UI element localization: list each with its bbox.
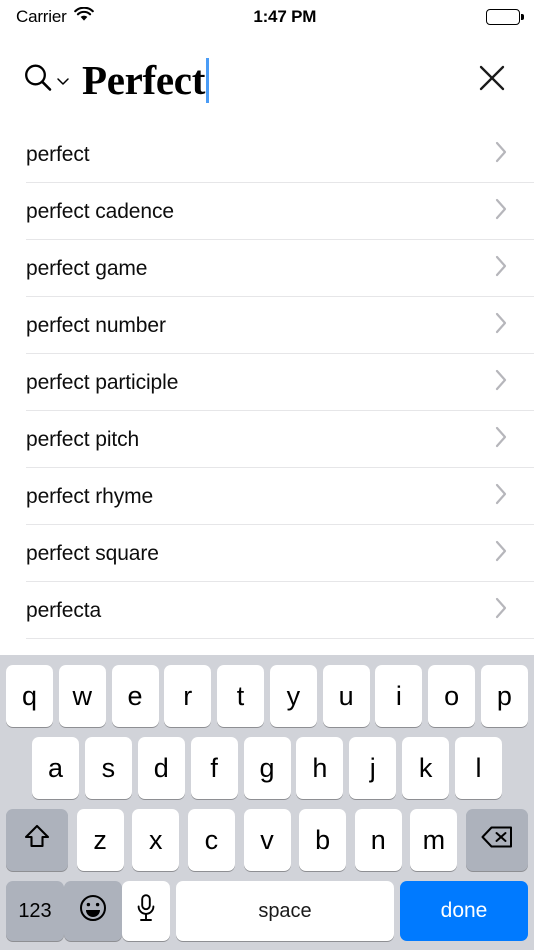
numbers-key[interactable]: 123: [6, 881, 64, 941]
keyboard-row-4: 123 space done: [0, 881, 534, 941]
key-q[interactable]: q: [6, 665, 53, 727]
key-g[interactable]: g: [243, 737, 291, 799]
search-suggestions-list[interactable]: perfect perfect cadence perfect game per…: [0, 126, 534, 655]
key-s[interactable]: s: [84, 737, 132, 799]
key-h[interactable]: h: [296, 737, 344, 799]
search-header: Perfect: [0, 34, 534, 126]
space-key[interactable]: space: [176, 881, 394, 941]
close-x-icon: [477, 63, 507, 98]
suggestion-label: perfect number: [26, 313, 166, 337]
backspace-key[interactable]: [466, 809, 528, 871]
key-t[interactable]: t: [217, 665, 265, 727]
phone-screen: Carrier 1:47 PM Perfect perfect perfect …: [0, 0, 534, 950]
suggestion-label: perfect game: [26, 256, 148, 280]
keyboard-row-1: q w e r t y u i o p: [0, 665, 534, 727]
key-x[interactable]: x: [132, 809, 180, 871]
search-magnifier-icon: [22, 62, 54, 99]
status-bar-time: 1:47 PM: [253, 7, 317, 26]
key-k[interactable]: k: [402, 737, 450, 799]
key-n[interactable]: n: [354, 809, 402, 871]
chevron-right-icon: [495, 141, 508, 168]
search-query-text: Perfect: [82, 56, 206, 103]
battery-full-icon: [486, 9, 520, 25]
chevron-right-icon: [495, 540, 508, 567]
list-item[interactable]: perfect number: [0, 297, 534, 354]
chevron-right-icon: [495, 369, 508, 396]
status-bar: Carrier 1:47 PM: [0, 0, 534, 34]
suggestion-label: perfect: [26, 142, 90, 166]
onscreen-keyboard[interactable]: q w e r t y u i o p a s d f g h j k l z …: [0, 655, 534, 950]
carrier-label: Carrier: [16, 7, 67, 26]
key-z[interactable]: z: [76, 809, 124, 871]
suggestion-label: perfect rhyme: [26, 484, 154, 508]
search-input[interactable]: Perfect: [82, 52, 472, 108]
key-y[interactable]: y: [269, 665, 317, 727]
done-key[interactable]: done: [400, 881, 528, 941]
status-bar-left: Carrier: [16, 6, 94, 27]
key-w[interactable]: w: [58, 665, 106, 727]
key-m[interactable]: m: [410, 809, 458, 871]
text-cursor: [206, 57, 210, 103]
suggestion-label: perfecta: [26, 598, 102, 622]
list-item[interactable]: perfecta: [0, 582, 534, 639]
chevron-right-icon: [495, 597, 508, 624]
keyboard-row-3: z x c v b n m: [0, 809, 534, 871]
suggestion-label: perfect participle: [26, 370, 179, 394]
chevron-right-icon: [495, 312, 508, 339]
key-j[interactable]: j: [349, 737, 397, 799]
key-c[interactable]: c: [187, 809, 235, 871]
key-i[interactable]: i: [375, 665, 423, 727]
chevron-right-icon: [495, 483, 508, 510]
key-p[interactable]: p: [480, 665, 528, 727]
chevron-right-icon: [495, 198, 508, 225]
list-item[interactable]: perfect cadence: [0, 183, 534, 240]
suggestion-label: perfect square: [26, 541, 159, 565]
key-u[interactable]: u: [322, 665, 370, 727]
emoji-smiley-icon: [78, 893, 108, 930]
key-v[interactable]: v: [243, 809, 291, 871]
shift-key[interactable]: [6, 809, 68, 871]
key-d[interactable]: d: [137, 737, 185, 799]
keyboard-row-2: a s d f g h j k l: [0, 737, 534, 799]
backspace-delete-icon: [480, 824, 514, 857]
list-item[interactable]: perfect game: [0, 240, 534, 297]
dictation-key[interactable]: [122, 881, 170, 941]
search-scope-selector[interactable]: [22, 62, 70, 99]
key-o[interactable]: o: [428, 665, 476, 727]
key-b[interactable]: b: [299, 809, 347, 871]
suggestion-label: perfect pitch: [26, 427, 140, 451]
key-e[interactable]: e: [111, 665, 159, 727]
key-l[interactable]: l: [455, 737, 502, 799]
suggestion-label: perfect cadence: [26, 199, 174, 223]
emoji-key[interactable]: [64, 881, 122, 941]
chevron-right-icon: [495, 255, 508, 282]
list-item[interactable]: perfect rhyme: [0, 468, 534, 525]
list-item[interactable]: perfect pitch: [0, 411, 534, 468]
key-a[interactable]: a: [32, 737, 79, 799]
key-r[interactable]: r: [164, 665, 212, 727]
list-item[interactable]: perfect: [0, 126, 534, 183]
clear-search-button[interactable]: [472, 60, 512, 100]
microphone-icon: [134, 893, 158, 930]
status-bar-right: [486, 9, 520, 25]
list-item[interactable]: perfect square: [0, 525, 534, 582]
list-item[interactable]: perfect participle: [0, 354, 534, 411]
key-f[interactable]: f: [190, 737, 238, 799]
shift-arrow-icon: [22, 822, 52, 859]
chevron-down-icon: [56, 73, 70, 91]
chevron-right-icon: [495, 426, 508, 453]
